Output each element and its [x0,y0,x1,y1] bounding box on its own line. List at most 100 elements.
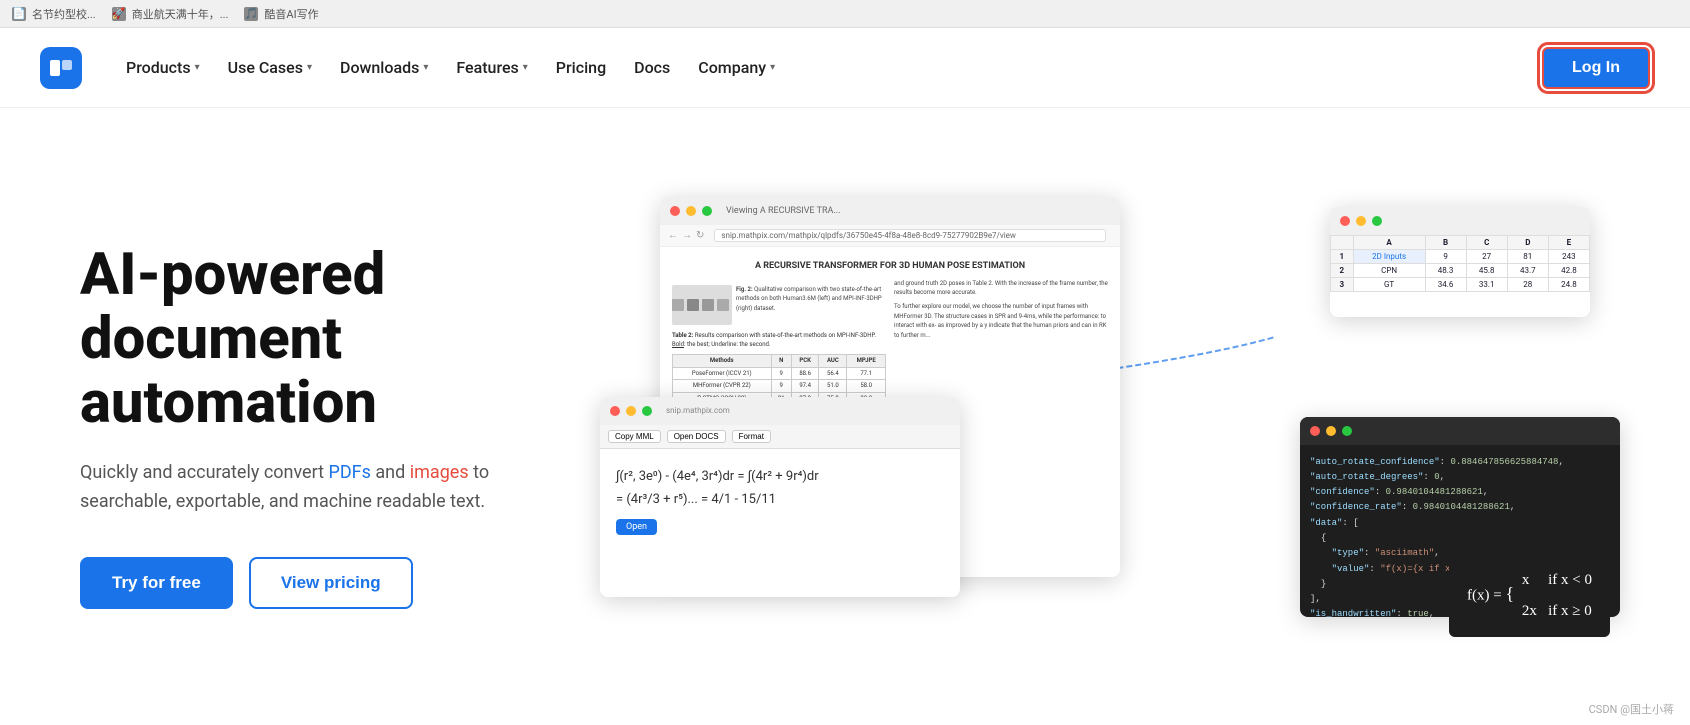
formula-title-text: snip.mathpix.com [666,406,730,415]
open-btn[interactable]: Open [616,519,657,535]
paper-title: A RECURSIVE TRANSFORMER FOR 3D HUMAN POS… [672,259,1108,273]
minimize-button[interactable] [686,206,696,216]
close-button[interactable] [670,206,680,216]
table-row: MHFormer (CVPR 22)997.451.058.0 [673,380,886,393]
code-minimize[interactable] [1326,426,1336,436]
formula-maximize[interactable] [642,406,652,416]
figure-caption: Fig. 2: Qualitative comparison with two … [736,285,886,314]
nav-logo[interactable] [40,47,82,89]
maximize-button[interactable] [702,206,712,216]
view-pricing-button[interactable]: View pricing [249,557,413,609]
sheet-row-3: 3 GT 34.6 33.1 28 24.8 [1331,277,1590,291]
sheet-titlebar [1330,207,1590,235]
chevron-down-icon: ▾ [523,62,528,73]
try-free-button[interactable]: Try for free [80,557,233,609]
math-formula-display: f(x) = { x if x < 0 2x if x ≥ 0 [1467,567,1592,625]
format-btn[interactable]: Format [732,430,771,443]
nav-item-company[interactable]: Company ▾ [686,50,787,85]
sheet-maximize[interactable] [1372,216,1382,226]
hero-subtitle: Quickly and accurately convert PDFs and … [80,459,500,517]
subtitle-pdfs: PDFs [329,462,371,483]
formula-display-2: = (4r³/3 + r⁵)... = 4/1 - 15/11 [616,492,776,507]
sheet-body: A B C D E 1 2D Inputs 9 27 [1330,235,1590,317]
table-row: PoseFormer (ICCV 21)988.656.477.1 [673,367,886,380]
table-header-methods: Methods [673,355,772,368]
browser-tab-3[interactable]: 🎵 酷音AI写作 [244,6,318,22]
hero-title: AI-powered document automation [80,244,560,435]
browser-tab-2[interactable]: 🚀 商业航天满十年，... [112,6,229,22]
hero-demo: Viewing A RECURSIVE TRA... ← → ↻ snip.ma… [600,197,1610,657]
subtitle-text-2: and [371,462,410,483]
tab-favicon-3: 🎵 [244,7,258,21]
nav-item-features[interactable]: Features ▾ [444,50,539,85]
paper-text-1: and ground truth 2D poses in Table 2. Wi… [894,279,1108,298]
subtitle-images: images [410,462,469,483]
table-caption: Table 2: Results comparison with state-o… [672,331,886,350]
code-titlebar [1300,417,1620,445]
tab-label-3: 酷音AI写作 [264,6,318,22]
tab-label-2: 商业航天满十年，... [132,6,229,22]
chevron-down-icon: ▾ [307,62,312,73]
formula-minimize[interactable] [626,406,636,416]
address-bar-area: ← → ↻ snip.mathpix.com/mathpix/qlpdfs/36… [660,225,1120,247]
table-header-auc: AUC [819,355,847,368]
figure-image [672,285,732,325]
window-title: Viewing A RECURSIVE TRA... [726,206,841,216]
nav-item-downloads[interactable]: Downloads ▾ [328,50,440,85]
table-header-n: N [771,355,791,368]
sheet-header-b: B [1425,235,1466,249]
nav-item-pricing[interactable]: Pricing [544,50,618,85]
copy-mml-btn[interactable]: Copy MML [608,430,661,443]
tab-favicon-1: 📄 [12,7,26,21]
formula-window: snip.mathpix.com Copy MML Open DOCS Form… [600,397,960,597]
chevron-down-icon: ▾ [770,62,775,73]
navbar: Products ▾ Use Cases ▾ Downloads ▾ Featu… [0,28,1690,108]
subtitle-text-1: Quickly and accurately convert [80,462,329,483]
sheet-minimize[interactable] [1356,216,1366,226]
nav-item-docs[interactable]: Docs [622,50,682,85]
formula-close[interactable] [610,406,620,416]
open-docs-btn[interactable]: Open DOCS [667,430,726,443]
nav-item-products[interactable]: Products ▾ [114,50,212,85]
formula-display-1: ∫(r², 3e⁰) - (4e⁴, 3r⁴)dr = ∫(4r² + 9r⁴)… [616,469,819,484]
browser-tab-1[interactable]: 📄 名节约型校... [12,6,96,22]
hero-left: AI-powered document automation Quickly a… [80,244,560,609]
logo-icon [40,47,82,89]
forward-button[interactable]: → [682,230,692,241]
browser-bar: 📄 名节约型校... 🚀 商业航天满十年，... 🎵 酷音AI写作 [0,0,1690,28]
paper-figure: Fig. 2: Qualitative comparison with two … [672,285,886,325]
watermark: CSDN @国土小蒋 [1589,701,1674,717]
sheet-row-2: 2 CPN 48.3 45.8 43.7 42.8 [1331,263,1590,277]
sheet-header-e: E [1548,235,1589,249]
sheet-header-d: D [1507,235,1548,249]
spreadsheet-window: A B C D E 1 2D Inputs 9 27 [1330,207,1590,317]
table-header-mpjpe: MPJPE [847,355,886,368]
nav-items: Products ▾ Use Cases ▾ Downloads ▾ Featu… [114,50,1542,85]
formula-content: ∫(r², 3e⁰) - (4e⁴, 3r⁴)dr = ∫(4r² + 9r⁴)… [600,449,960,551]
chevron-down-icon: ▾ [195,62,200,73]
nav-item-usecases[interactable]: Use Cases ▾ [216,50,324,85]
paper-text-2: To further explore our model, we choose … [894,302,1108,340]
formula-titlebar: snip.mathpix.com [600,397,960,425]
formula-toolbar: Copy MML Open DOCS Format [600,425,960,449]
code-maximize[interactable] [1342,426,1352,436]
table-header-pck: PCK [791,355,819,368]
chevron-down-icon: ▾ [423,62,428,73]
math-formula-box: f(x) = { x if x < 0 2x if x ≥ 0 [1449,555,1610,637]
sheet-header-a: A [1353,235,1425,249]
hero-section: AI-powered document automation Quickly a… [0,108,1690,725]
address-input[interactable]: snip.mathpix.com/mathpix/qlpdfs/36750e45… [714,229,1106,242]
code-close[interactable] [1310,426,1320,436]
hero-buttons: Try for free View pricing [80,557,560,609]
sheet-table: A B C D E 1 2D Inputs 9 27 [1330,235,1590,292]
tab-label-1: 名节约型校... [32,6,96,22]
titlebar: Viewing A RECURSIVE TRA... [660,197,1120,225]
tab-favicon-2: 🚀 [112,7,126,21]
back-button[interactable]: ← [668,230,678,241]
sheet-header-empty [1331,235,1354,249]
sheet-header-c: C [1466,235,1507,249]
sheet-row-1: 1 2D Inputs 9 27 81 243 [1331,249,1590,263]
reload-button[interactable]: ↻ [696,230,704,241]
sheet-close[interactable] [1340,216,1350,226]
login-button[interactable]: Log In [1542,47,1650,89]
